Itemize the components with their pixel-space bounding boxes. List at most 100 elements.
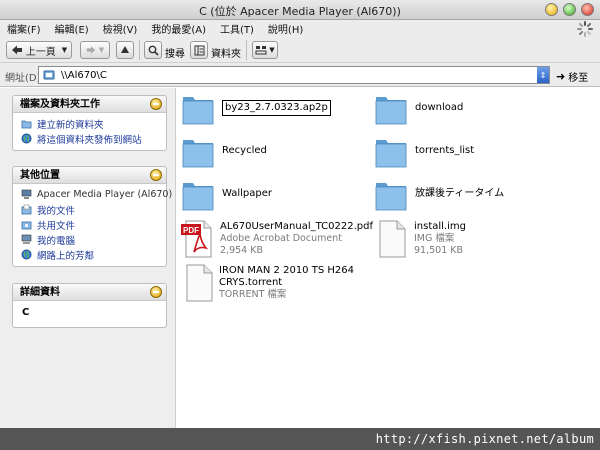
file-item[interactable]: PDF AL670UserManual_TC0222.pdf Adobe Acr…	[180, 220, 373, 258]
views-icon	[255, 46, 267, 55]
go-arrow-icon: ➜	[556, 70, 566, 83]
folder-icon	[182, 183, 214, 211]
file-name: AL670UserManual_TC0222.pdf	[220, 221, 373, 232]
back-dropdown-icon[interactable]: ▼	[62, 46, 67, 54]
folder-item[interactable]: torrents_list	[375, 134, 474, 168]
network-folder-icon	[43, 70, 55, 80]
folder-icon	[182, 97, 214, 125]
menu-tools[interactable]: 工具(T)	[213, 21, 261, 36]
file-item[interactable]: IRON MAN 2 2010 TS H264 CRYS.torrent TOR…	[184, 264, 354, 302]
views-dropdown-icon: ▼	[269, 46, 275, 54]
folder-icon	[375, 140, 407, 168]
search-icon-button[interactable]	[144, 41, 162, 59]
file-size: 91,501 KB	[414, 245, 464, 256]
back-label: 上一頁	[25, 46, 56, 58]
menu-favorites[interactable]: 我的最愛(A)	[144, 21, 213, 36]
watermark-url: http://xfish.pixnet.net/album	[375, 432, 594, 446]
folder-name: Wallpaper	[222, 188, 273, 199]
place-my-computer[interactable]: 我的電腦	[21, 232, 166, 247]
go-label: 移至	[568, 73, 589, 84]
pdf-badge-label: PDF	[183, 226, 199, 235]
collapse-icon[interactable]	[150, 98, 162, 110]
views-button[interactable]: ▼	[252, 41, 278, 59]
network-globe-icon	[21, 249, 32, 260]
address-dropdown-button[interactable]: ⇕	[537, 67, 549, 83]
address-value: \\Al670\C	[61, 69, 107, 81]
menu-file[interactable]: 檔案(F)	[0, 21, 48, 36]
file-name-cont: CRYS.torrent	[219, 277, 283, 288]
menu-bar: 檔案(F) 編輯(E) 檢視(V) 我的最愛(A) 工具(T) 說明(H)	[0, 20, 600, 37]
file-tasks-title: 檔案及資料夾工作	[20, 99, 100, 110]
menu-edit[interactable]: 編輯(E)	[48, 21, 96, 36]
menu-help[interactable]: 說明(H)	[261, 21, 310, 36]
go-button[interactable]: ➜ 移至	[556, 69, 588, 84]
up-arrow-icon	[121, 46, 129, 53]
details-header[interactable]: 詳細資料	[13, 284, 166, 301]
folders-icon-button[interactable]	[190, 41, 208, 59]
shared-folder-icon	[21, 221, 32, 230]
forward-button[interactable]: ▼	[80, 41, 110, 59]
forward-dropdown-icon[interactable]: ▼	[99, 46, 104, 54]
folder-name: torrents_list	[415, 145, 475, 156]
my-computer-icon	[21, 234, 32, 244]
menu-view[interactable]: 檢視(V)	[96, 21, 145, 36]
window-title: C (位於 Apacer Media Player (Al670))	[199, 5, 401, 18]
search-label[interactable]: 搜尋	[165, 45, 185, 60]
collapse-icon[interactable]	[150, 286, 162, 298]
file-name: IRON MAN 2 2010 TS H264	[219, 265, 354, 276]
task-publish-web[interactable]: 將這個資料夾發佈到網站	[21, 131, 166, 146]
documents-folder-icon	[21, 204, 32, 215]
place-media-player[interactable]: Apacer Media Player (Al670)	[21, 187, 172, 202]
globe-icon	[21, 133, 32, 144]
file-item[interactable]: install.img IMG 檔案 91,501 KB	[377, 220, 466, 258]
file-size: 2,954 KB	[220, 245, 263, 256]
details-title: 詳細資料	[20, 287, 60, 298]
folder-item[interactable]: Wallpaper	[182, 177, 272, 211]
generic-file-icon	[186, 264, 213, 302]
file-tasks-header[interactable]: 檔案及資料夾工作	[13, 96, 166, 113]
title-bar: C (位於 Apacer Media Player (Al670))	[0, 0, 600, 20]
search-icon	[148, 45, 159, 56]
other-places-panel: 其他位置 Apacer Media Player (Al670) 我的文件 共用…	[12, 166, 172, 267]
computer-icon	[21, 189, 32, 199]
up-button[interactable]	[116, 41, 134, 59]
watermark-bar: http://xfish.pixnet.net/album	[0, 428, 600, 450]
folder-tree-icon	[194, 45, 204, 55]
place-network[interactable]: 網路上的芳鄰	[21, 247, 166, 262]
folder-name-edit[interactable]: by23_2.7.0323.ap2p	[222, 100, 331, 116]
back-arrow-icon	[11, 45, 22, 55]
file-type: TORRENT 檔案	[219, 289, 287, 300]
task-pane: 檔案及資料夾工作 建立新的資料夾 將這個資料夾發佈到網站 其他位置 Apacer…	[0, 88, 176, 428]
new-folder-icon	[21, 119, 32, 129]
maximize-button[interactable]	[563, 3, 576, 16]
place-my-documents[interactable]: 我的文件	[21, 202, 166, 217]
back-button[interactable]: 上一頁 ▼	[6, 41, 72, 59]
folder-name: Recycled	[222, 145, 267, 156]
other-places-header[interactable]: 其他位置	[13, 167, 166, 184]
place-shared-documents[interactable]: 共用文件	[21, 217, 166, 232]
folder-icon	[375, 97, 407, 125]
pdf-icon: PDF	[181, 220, 212, 258]
folder-item[interactable]: 放課後ティータイム	[375, 177, 504, 211]
folder-item[interactable]: by23_2.7.0323.ap2p	[182, 91, 331, 125]
details-value: C	[22, 307, 30, 318]
folder-icon	[375, 183, 407, 211]
generic-file-icon	[379, 220, 406, 258]
folder-name: 放課後ティータイム	[415, 188, 505, 199]
close-button[interactable]	[581, 3, 594, 16]
file-type: Adobe Acrobat Document	[220, 233, 342, 244]
folder-item[interactable]: Recycled	[182, 134, 267, 168]
collapse-icon[interactable]	[150, 169, 162, 181]
loading-spinner-icon	[577, 21, 593, 37]
forward-arrow-icon	[86, 46, 95, 54]
address-input[interactable]: \\Al670\C ⇕	[38, 66, 550, 84]
toolbar: 上一頁 ▼ ▼ 搜尋 資料夾 ▼	[0, 37, 600, 63]
folder-item[interactable]: download	[375, 91, 463, 125]
folders-label[interactable]: 資料夾	[211, 45, 241, 60]
task-new-folder[interactable]: 建立新的資料夾	[21, 116, 166, 131]
folder-name: download	[415, 102, 464, 113]
file-list: by23_2.7.0323.ap2p download Recycled tor…	[177, 88, 600, 428]
details-panel: 詳細資料 C	[12, 283, 167, 328]
minimize-button[interactable]	[545, 3, 558, 16]
file-name: install.img	[414, 221, 466, 232]
